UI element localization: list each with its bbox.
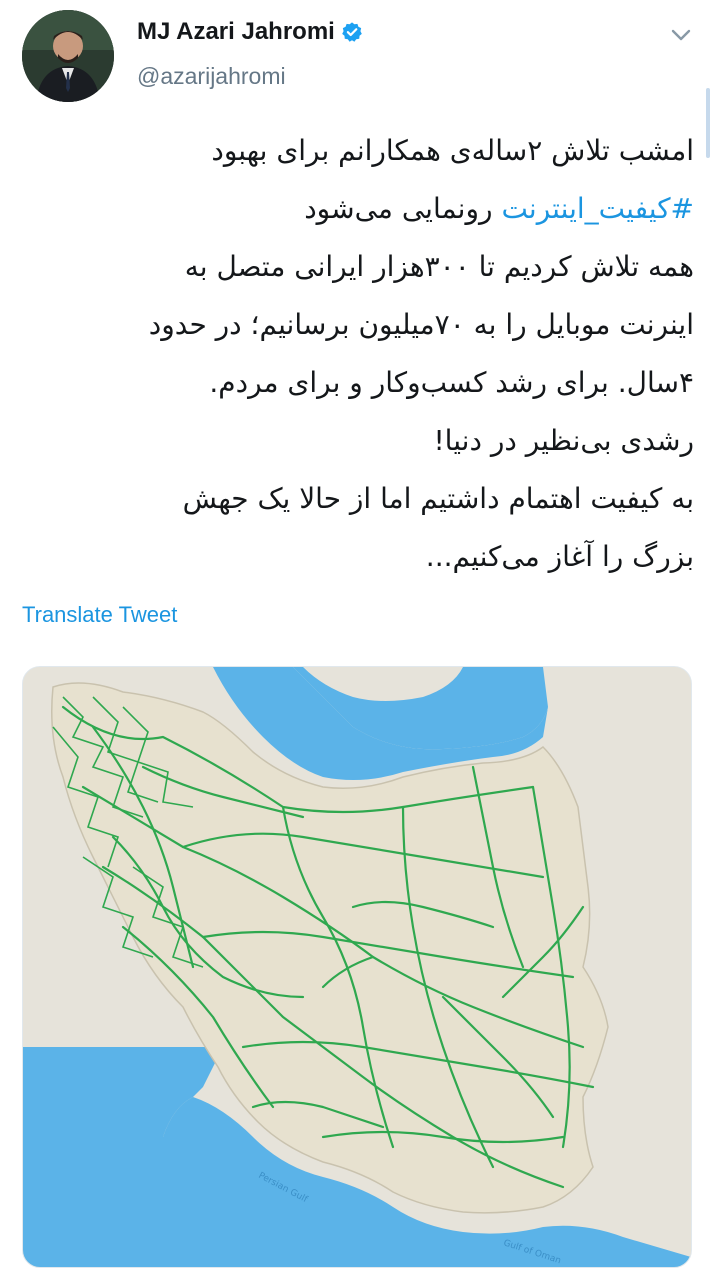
tweet-text: امشب تلاش ۲ساله‌ی همکارانم برای بهبود #ک…	[22, 122, 694, 586]
user-handle[interactable]: @azarijahromi	[137, 63, 286, 90]
tweet-line: بزرگ را آغاز می‌کنیم...	[425, 540, 694, 573]
iran-network-map-image: Persian Gulf Gulf of Oman	[23, 667, 691, 1267]
chevron-down-icon[interactable]	[668, 22, 694, 48]
hashtag-link[interactable]: #کیفیت_اینترنت	[501, 192, 694, 225]
display-name[interactable]: MJ Azari Jahromi	[137, 18, 335, 46]
tweet-media-image[interactable]: Persian Gulf Gulf of Oman	[22, 666, 692, 1268]
verified-badge-icon	[342, 22, 362, 42]
scroll-indicator	[706, 88, 710, 158]
avatar[interactable]	[22, 10, 114, 102]
tweet-header: MJ Azari Jahromi @azarijahromi	[0, 0, 712, 158]
profile-photo-icon	[22, 10, 114, 102]
tweet-line-with-hashtag: #کیفیت_اینترنت رونمایی می‌شود	[22, 180, 694, 238]
tweet-line-text: رونمایی می‌شود	[304, 192, 493, 225]
tweet-line: امشب تلاش ۲ساله‌ی همکارانم برای بهبود	[211, 134, 694, 167]
tweet-line: رشدی بی‌نظیر در دنیا!	[433, 424, 694, 457]
tweet-line: همه تلاش کردیم تا ۳۰۰هزار ایرانی متصل به	[184, 250, 694, 283]
tweet-line: اینرنت موبایل را به ۷۰میلیون برسانیم؛ در…	[148, 308, 694, 341]
translate-tweet-link[interactable]: Translate Tweet	[22, 602, 177, 628]
name-row: MJ Azari Jahromi	[137, 18, 363, 46]
tweet-line: ۴سال. برای رشد کسب‌وکار و برای مردم.	[209, 366, 694, 399]
tweet-line: به کیفیت اهتمام داشتیم اما از حالا یک جه…	[182, 482, 694, 515]
